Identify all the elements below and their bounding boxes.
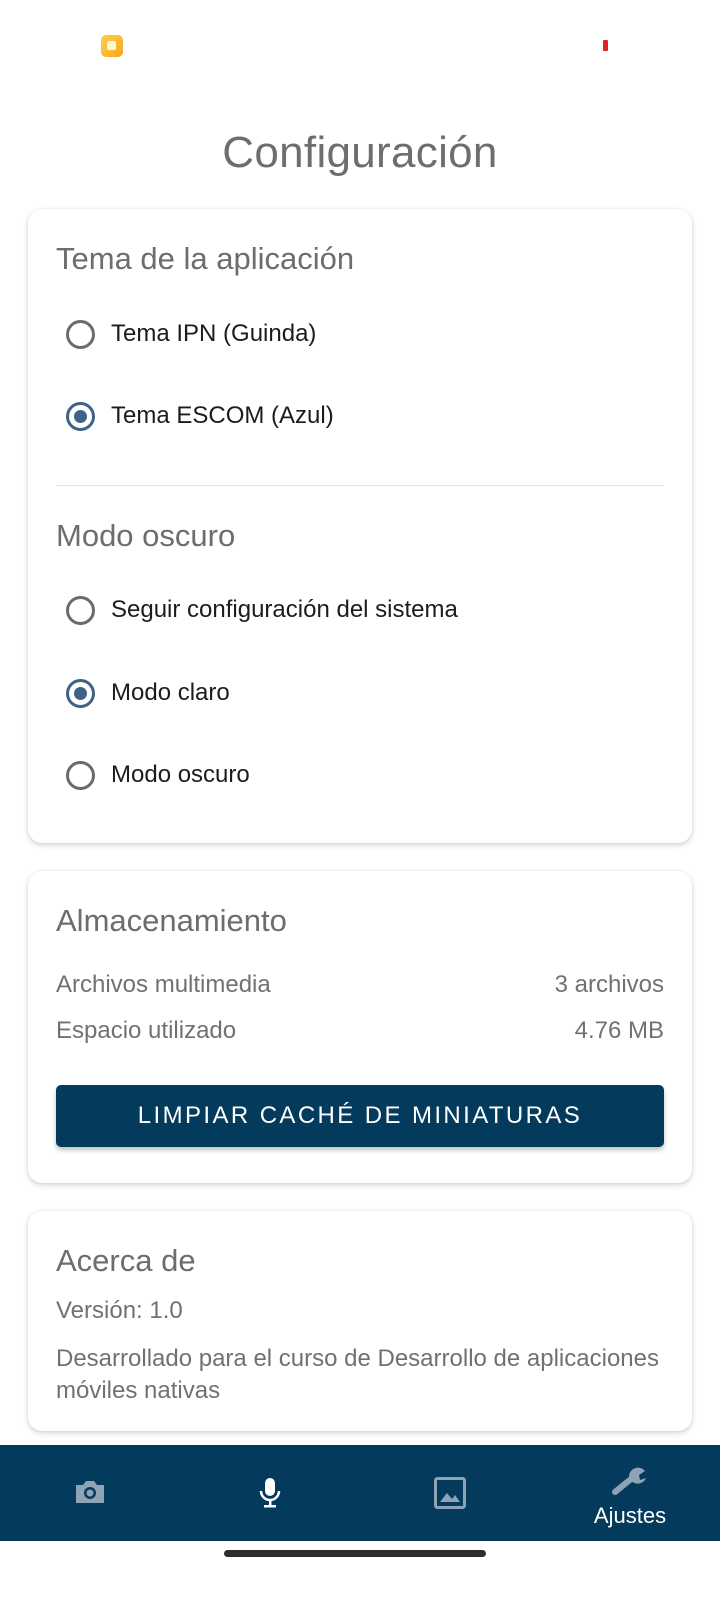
radio-label: Tema ESCOM (Azul): [111, 402, 334, 429]
appearance-card: Tema de la aplicación Tema IPN (Guinda) …: [28, 209, 692, 843]
media-files-row: Archivos multimedia 3 archivos: [56, 971, 664, 999]
nav-item-settings[interactable]: Ajustes: [540, 1445, 720, 1541]
radio-label: Modo oscuro: [111, 761, 250, 788]
camera-icon: [73, 1477, 107, 1512]
radio-button-icon: [66, 760, 95, 790]
radio-label: Tema IPN (Guinda): [111, 320, 317, 347]
microphone-icon: [259, 1477, 281, 1514]
nav-item-gallery[interactable]: [360, 1445, 540, 1541]
about-section-title: Acerca de: [56, 1243, 196, 1278]
version-text: Versión: 1.0: [56, 1297, 183, 1324]
clear-thumbnail-cache-button[interactable]: LIMPIAR CACHÉ DE MINIATURAS: [56, 1085, 664, 1147]
radio-light-mode[interactable]: Modo claro: [66, 668, 230, 718]
storage-section-title: Almacenamiento: [56, 903, 287, 938]
used-space-label: Espacio utilizado: [56, 1017, 237, 1044]
radio-theme-ipn[interactable]: Tema IPN (Guinda): [66, 309, 316, 359]
bottom-navigation: Ajustes: [0, 1445, 720, 1541]
used-space-value: 4.76 MB: [574, 1017, 664, 1044]
used-space-row: Espacio utilizado 4.76 MB: [56, 1017, 664, 1045]
description-text: Desarrollado para el curso de Desarrollo…: [56, 1345, 659, 1404]
radio-button-checked-icon: [66, 678, 95, 708]
radio-theme-escom[interactable]: Tema ESCOM (Azul): [66, 391, 334, 441]
radio-label: Seguir configuración del sistema: [111, 596, 458, 623]
radio-dark-mode[interactable]: Modo oscuro: [66, 750, 250, 800]
radio-dark-system[interactable]: Seguir configuración del sistema: [66, 585, 458, 635]
radio-button-checked-icon: [66, 401, 95, 431]
recording-indicator-icon: [603, 40, 608, 51]
status-bar: [0, 0, 720, 90]
dark-mode-section-title: Modo oscuro: [56, 518, 236, 553]
theme-section-title: Tema de la aplicación: [56, 241, 355, 276]
home-indicator[interactable]: [224, 1550, 486, 1557]
media-files-label: Archivos multimedia: [56, 971, 271, 998]
radio-button-icon: [66, 595, 95, 625]
radio-label: Modo claro: [111, 679, 230, 706]
nav-label-settings: Ajustes: [593, 1503, 667, 1528]
section-divider: [56, 485, 664, 486]
nav-item-audio[interactable]: [180, 1445, 360, 1541]
radio-button-icon: [66, 319, 95, 349]
media-files-value: 3 archivos: [554, 971, 664, 998]
wrench-icon: [611, 1465, 649, 1500]
nav-item-camera[interactable]: [0, 1445, 180, 1541]
about-card: Acerca de Versión: 1.0 Desarrollado para…: [28, 1211, 692, 1431]
gallery-icon: [434, 1477, 466, 1514]
page-title: Configuración: [222, 128, 498, 177]
notification-app-icon: [101, 35, 123, 57]
storage-card: Almacenamiento Archivos multimedia 3 arc…: [28, 871, 692, 1183]
